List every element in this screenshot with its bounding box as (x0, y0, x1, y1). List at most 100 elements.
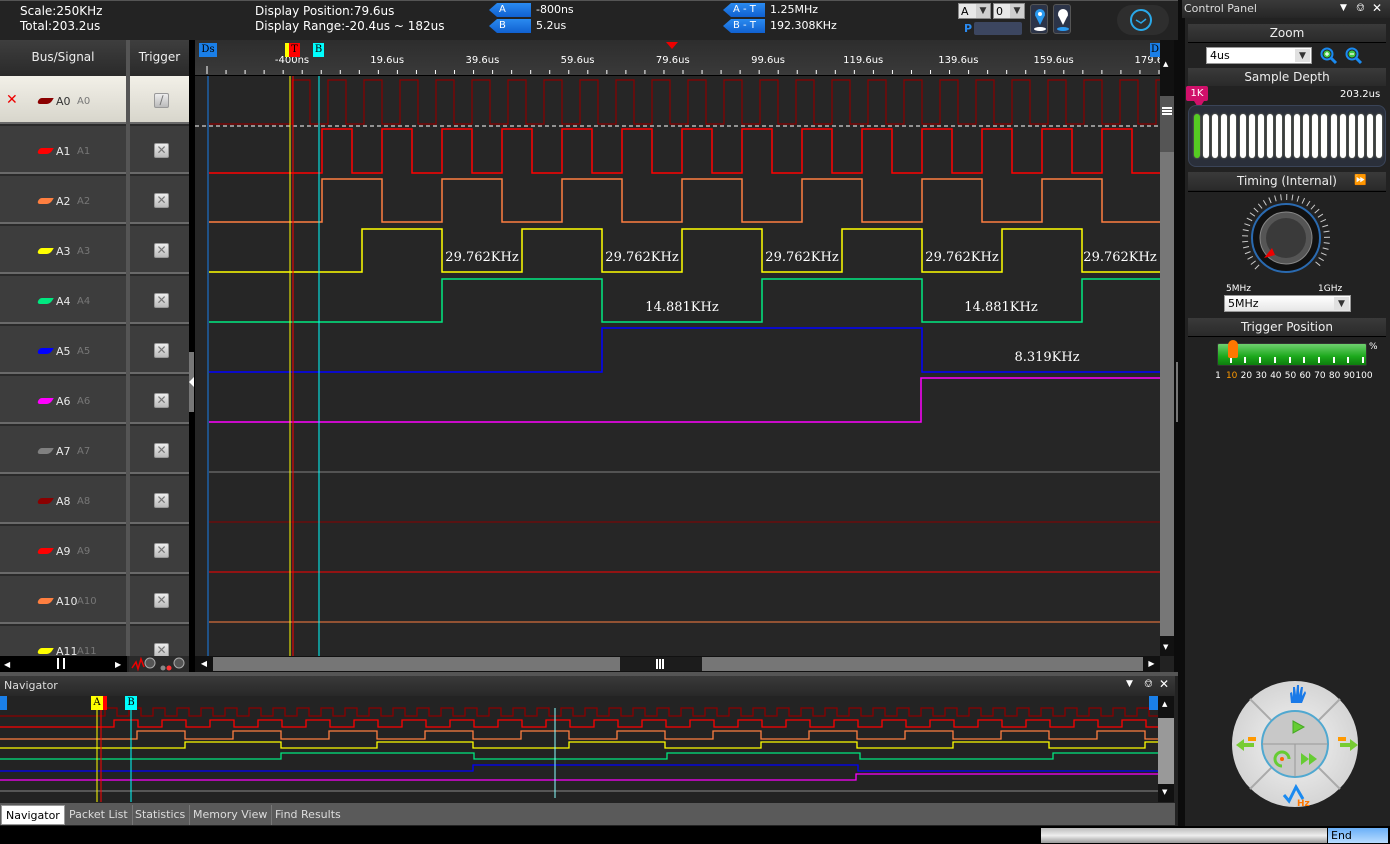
signal-name-cell[interactable]: A11 A11 (0, 626, 127, 656)
depth-level[interactable] (1203, 114, 1210, 158)
time-ruler[interactable]: -400ns 19.6us 39.6us 59.6us 79.6us 99.6us 119.… (195, 40, 1163, 76)
signal-row[interactable]: A1 A1 ✕ (0, 126, 189, 176)
zoom-in-icon[interactable] (1320, 47, 1338, 65)
waveform-vscrollbar[interactable]: ▲ ▼ (1160, 40, 1174, 656)
signal-name-cell[interactable]: A7 A7 (0, 426, 127, 474)
depth-level[interactable] (1357, 114, 1364, 158)
no-trigger-icon[interactable]: ✕ (154, 143, 169, 158)
depth-level[interactable] (1285, 114, 1291, 158)
signal-row[interactable]: A5 A5 ✕ (0, 326, 189, 376)
probe-icon[interactable] (144, 657, 156, 669)
trigger-cell[interactable]: ✕ (129, 276, 189, 324)
remove-icon[interactable]: ✕ (6, 92, 18, 108)
trigger-cell[interactable]: ✕ (129, 526, 189, 574)
cursor-index-dropdown[interactable]: 0 ▼ (993, 3, 1025, 19)
no-trigger-icon[interactable]: ✕ (154, 543, 169, 558)
trigger-cell[interactable]: ✕ (129, 176, 189, 224)
signal-row[interactable]: A4 A4 ✕ (0, 276, 189, 326)
scroll-up-icon[interactable]: ▲ (1163, 60, 1168, 68)
display-position-indicator[interactable] (666, 42, 678, 49)
navigator-vscrollbar[interactable]: ▲ ▼ (1158, 696, 1174, 802)
waveform-icon[interactable] (131, 656, 145, 672)
depth-level[interactable] (1312, 114, 1319, 158)
ds-marker[interactable]: Ds (199, 43, 217, 57)
cursor-select-dropdown[interactable]: A ▼ (958, 3, 991, 19)
b-marker[interactable]: B (125, 696, 137, 710)
tab-navigator[interactable]: Navigator (1, 805, 65, 825)
move-left-icon[interactable] (1234, 735, 1258, 755)
no-trigger-icon[interactable]: ✕ (154, 243, 169, 258)
trigger-cell[interactable]: ✕ (129, 376, 189, 424)
no-trigger-icon[interactable]: ✕ (154, 293, 169, 308)
trigger-cell[interactable]: ✕ (129, 626, 189, 656)
zoom-select[interactable]: 4us ▼ (1206, 47, 1312, 64)
signal-row[interactable]: A8 A8 ✕ (0, 476, 189, 526)
trigger-cell[interactable]: ✕ (129, 126, 189, 174)
depth-level[interactable] (1294, 114, 1301, 158)
signal-row[interactable]: A9 A9 ✕ (0, 526, 189, 576)
depth-level[interactable] (1330, 114, 1337, 158)
fast-forward-icon[interactable] (1299, 751, 1319, 767)
no-trigger-icon[interactable]: ✕ (154, 343, 169, 358)
depth-level[interactable] (1366, 114, 1373, 158)
depth-level[interactable] (1212, 114, 1219, 158)
trigger-marker[interactable]: T (289, 43, 300, 57)
dropdown-icon[interactable]: ▼ (1126, 679, 1133, 689)
no-trigger-icon[interactable]: ✕ (154, 643, 169, 656)
trigger-cell[interactable]: ∕ (129, 76, 189, 124)
waveform-view[interactable]: 29.762KHz 29.762KHz 29.762KHz 29.762KHz … (195, 76, 1160, 656)
trigger-cell[interactable]: ✕ (129, 476, 189, 524)
signal-row[interactable]: A6 A6 ✕ (0, 376, 189, 426)
waveform-hscrollbar[interactable]: ◀ ▶ (195, 656, 1160, 672)
a-marker[interactable]: A (91, 696, 103, 710)
remove-marker-button[interactable] (1053, 4, 1071, 34)
signal-row[interactable]: ✕ A0 A0 ∕ (0, 76, 189, 126)
signal-name-cell[interactable]: A9 A9 (0, 526, 127, 574)
signal-name-cell[interactable]: A10 A10 (0, 576, 127, 624)
trigger-position-handle[interactable] (1227, 340, 1238, 358)
depth-level[interactable] (1348, 114, 1355, 158)
column-divider[interactable] (126, 40, 130, 656)
no-trigger-icon[interactable]: ✕ (154, 443, 169, 458)
trigger-header[interactable]: Trigger (130, 40, 189, 76)
trigger-cell[interactable]: ✕ (129, 326, 189, 374)
scroll-right-icon[interactable]: ▶ (115, 660, 121, 669)
tab-memory-view[interactable]: Memory View (189, 805, 273, 825)
depth-level[interactable] (1230, 114, 1237, 158)
depth-level-active[interactable] (1194, 114, 1200, 158)
sample-rate-select[interactable]: 5MHz ▼ (1224, 295, 1351, 312)
depth-level[interactable] (1376, 114, 1382, 158)
hscroll-thumb[interactable] (620, 657, 702, 671)
depth-level[interactable] (1221, 114, 1228, 158)
depth-level[interactable] (1239, 114, 1246, 158)
signal-row[interactable]: A10 A10 ✕ (0, 576, 189, 626)
p-field[interactable] (974, 22, 1022, 35)
pin-icon[interactable]: ⎊ (1144, 677, 1153, 691)
de-marker[interactable] (1149, 696, 1158, 710)
signal-name-cell[interactable]: A3 A3 (0, 226, 127, 274)
timer-button[interactable] (1117, 5, 1169, 35)
move-right-icon[interactable] (1336, 735, 1360, 755)
probe-icon[interactable] (173, 657, 185, 669)
zoom-out-icon[interactable] (1345, 47, 1363, 65)
trigger-cell[interactable]: ✕ (129, 226, 189, 274)
depth-level[interactable] (1321, 114, 1328, 158)
trigger-cell[interactable]: ✕ (129, 426, 189, 474)
pin-icon[interactable]: ⎊ (1356, 1, 1365, 15)
scroll-left-icon[interactable]: ◀ (195, 656, 213, 672)
signal-name-cell[interactable]: A6 A6 (0, 376, 127, 424)
sample-rate-knob[interactable] (1236, 190, 1336, 285)
frequency-measure-icon[interactable]: Hz (1282, 783, 1312, 807)
signal-hscrollbar[interactable]: ◀ ▶ (0, 656, 127, 672)
no-trigger-icon[interactable]: ✕ (154, 493, 169, 508)
signal-name-cell[interactable]: A4 A4 (0, 276, 127, 324)
tab-packet-list[interactable]: Packet List (65, 805, 133, 825)
hand-pan-icon[interactable] (1286, 683, 1308, 705)
scroll-left-icon[interactable]: ◀ (4, 660, 10, 669)
signal-name-cell[interactable]: A2 A2 (0, 176, 127, 224)
expand-timing-icon[interactable]: ⏩ (1354, 175, 1366, 186)
trigger-marker[interactable] (103, 696, 107, 710)
depth-level[interactable] (1275, 114, 1282, 158)
trigger-position-slider[interactable] (1217, 340, 1367, 366)
close-icon[interactable]: ✕ (1159, 677, 1169, 691)
